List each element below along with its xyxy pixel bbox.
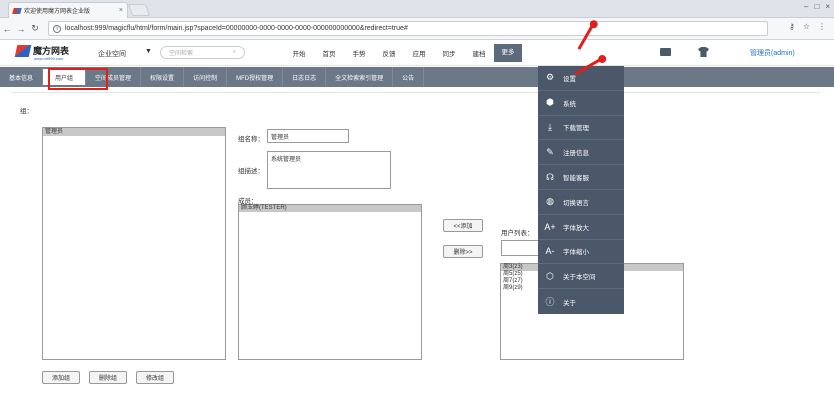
maximize-icon[interactable]: □ (814, 2, 819, 11)
key-icon[interactable]: ⚷ (789, 22, 795, 31)
space-search-input[interactable]: 空间检索 ⌕ (160, 46, 245, 59)
tab-permissions[interactable]: 权限设置 (141, 67, 185, 87)
tab-title: 欢迎使用魔方网表企业版 (24, 9, 91, 15)
menu-icon[interactable]: ⋮ (818, 22, 826, 31)
brand-logo[interactable]: 魔方网表 www.mf999.com (14, 44, 69, 61)
info-icon: ⓘ (545, 297, 555, 308)
user-account-link[interactable]: 管理员(admin) (750, 48, 795, 58)
menu-item-font-smaller[interactable]: A- 字体缩小 (538, 240, 624, 265)
pen-icon: ✎ (546, 146, 554, 157)
tab-logs[interactable]: 日志日志 (283, 67, 327, 87)
nav-sync[interactable]: 同步 (434, 48, 464, 62)
font-larger-icon: A+ (544, 221, 556, 232)
tab-announcement[interactable]: 公告 (393, 67, 425, 87)
back-icon[interactable]: ← (0, 24, 14, 34)
menu-item-download[interactable]: ⤓ 下载管理 (538, 116, 624, 141)
nav-feedback[interactable]: 反馈 (374, 48, 404, 62)
tab-mfd-license[interactable]: MFD授权管理 (227, 67, 284, 87)
window-controls: – □ × (804, 2, 830, 11)
add-group-button[interactable]: 添加组 (42, 371, 80, 384)
info-icon[interactable]: i (53, 24, 61, 33)
menu-item-label: 字体放大 (563, 224, 589, 232)
menu-item-label: 关于本空间 (563, 274, 596, 282)
reload-icon[interactable]: ↻ (28, 23, 42, 34)
tab-fulltext-index[interactable]: 全文检索索引管理 (326, 67, 394, 87)
download-icon: ⤓ (548, 121, 552, 132)
list-item[interactable]: 顾玉婷(TESTER) (239, 205, 421, 212)
delete-group-button[interactable]: 删除组 (89, 371, 127, 384)
nav-apps[interactable]: 应用 (404, 48, 434, 62)
user-list-label: 用户列表： (501, 230, 534, 237)
menu-item-label: 下载管理 (563, 125, 589, 133)
menu-item-label: 设置 (563, 75, 576, 83)
search-placeholder: 空间检索 (169, 51, 194, 57)
settings-tabs: 基本信息 用户组 空间成员管理 权限设置 访问控制 MFD授权管理 日志日志 全… (0, 67, 834, 87)
url-text: localhost:999/magicflu/html/form/main.js… (65, 25, 408, 32)
menu-item-label: 注册信息 (563, 150, 589, 158)
menu-item-label: 智能客服 (563, 175, 589, 183)
nav-gesture[interactable]: 手势 (344, 48, 374, 62)
tab-basic-info[interactable]: 基本信息 (0, 67, 44, 87)
menu-item-about[interactable]: ⓘ 关于 (538, 289, 624, 314)
headset-icon: ☊ (546, 171, 554, 182)
user-group-panel: 组： 管理员 组名称： 管理员 组描述： 系统管理员 成员： 顾玉婷(TESTE… (12, 92, 820, 396)
browser-tab[interactable]: 欢迎使用魔方网表企业版 × (8, 2, 128, 18)
more-dropdown-menu: ⚙ 设置 ⬢ 系统 ⤓ 下载管理 ✎ 注册信息 ☊ 智能客服 ◍ 切换语言 A+… (538, 66, 624, 314)
group-label: 组： (20, 108, 33, 115)
tab-access-control[interactable]: 访问控制 (184, 67, 228, 87)
browser-actions: ⚷ ☆ ⋮ (789, 22, 826, 31)
menu-item-registration[interactable]: ✎ 注册信息 (538, 140, 624, 166)
menu-item-font-larger[interactable]: A+ 字体放大 (538, 215, 624, 240)
logo-icon (14, 44, 32, 57)
menu-item-label: 字体缩小 (563, 249, 589, 257)
menu-item-label: 系统 (563, 100, 576, 108)
mail-icon[interactable] (660, 48, 671, 56)
globe-icon: ◍ (546, 196, 554, 207)
group-name-input[interactable]: 管理员 (267, 129, 349, 143)
forward-icon[interactable]: → (14, 24, 28, 34)
close-window-icon[interactable]: × (825, 2, 830, 11)
system-icon: ⬢ (546, 97, 554, 108)
menu-item-label: 关于 (563, 299, 576, 307)
menu-item-system[interactable]: ⬢ 系统 (538, 91, 624, 116)
edit-group-button[interactable]: 修改组 (136, 371, 174, 384)
highlight-user-groups-tab (48, 68, 108, 90)
app-header: 魔方网表 www.mf999.com 企业空间 ▼ 空间检索 ⌕ 开始 首页 手… (0, 40, 834, 66)
theme-shirt-icon[interactable] (698, 47, 709, 57)
url-field[interactable]: i localhost:999/magicflu/html/form/main.… (48, 21, 768, 36)
site-favicon-icon (12, 7, 22, 14)
caret-down-icon[interactable]: ▼ (145, 48, 152, 55)
browser-tab-bar: 欢迎使用魔方网表企业版 × – □ × (0, 0, 834, 18)
remove-member-button[interactable]: 删除>> (443, 245, 483, 258)
star-icon[interactable]: ☆ (803, 22, 810, 31)
brand-sub: www.mf999.com (34, 56, 64, 61)
user-filter-input[interactable] (501, 240, 541, 256)
group-desc-textarea[interactable]: 系统管理员 (267, 151, 391, 189)
search-icon[interactable]: ⌕ (233, 49, 236, 56)
menu-item-support[interactable]: ☊ 智能客服 (538, 165, 624, 190)
list-item[interactable]: 管理员 (43, 128, 225, 136)
group-name-label: 组名称： (238, 136, 264, 143)
menu-item-language[interactable]: ◍ 切换语言 (538, 190, 624, 215)
gear-icon: ⚙ (545, 72, 555, 83)
nav-more[interactable]: 更多 (494, 44, 522, 62)
space-selector[interactable]: 企业空间 (98, 49, 126, 59)
top-nav: 开始 首页 手势 反馈 应用 同步 建档 更多 (284, 44, 522, 62)
font-smaller-icon: A- (545, 246, 555, 257)
address-bar: ← → ↻ i localhost:999/magicflu/html/form… (0, 18, 834, 40)
menu-item-label: 切换语言 (563, 199, 589, 207)
nav-start[interactable]: 开始 (284, 48, 314, 62)
cube-icon: ⬡ (546, 270, 554, 281)
close-tab-icon[interactable]: × (119, 7, 123, 14)
members-list[interactable]: 顾玉婷(TESTER) (238, 204, 422, 360)
minimize-icon[interactable]: – (804, 2, 808, 11)
group-desc-label: 组描述： (238, 168, 264, 175)
group-list[interactable]: 管理员 (42, 127, 226, 360)
nav-archive[interactable]: 建档 (464, 48, 494, 62)
new-tab-button[interactable] (127, 4, 151, 16)
add-member-button[interactable]: <<添加 (443, 219, 483, 232)
menu-item-about-space[interactable]: ⬡ 关于本空间 (538, 264, 624, 290)
nav-home[interactable]: 首页 (314, 48, 344, 62)
